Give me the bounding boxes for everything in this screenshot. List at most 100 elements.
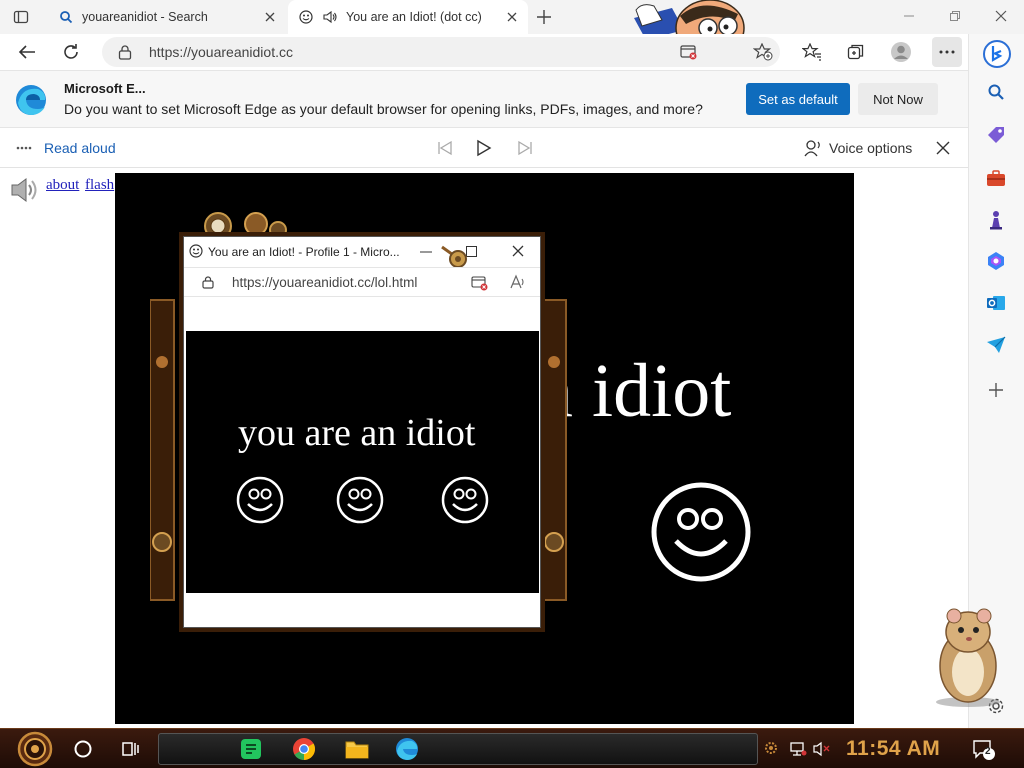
address-bar[interactable]: https://youareanidiot.cc: [102, 37, 780, 67]
smiley-icon: [298, 9, 314, 25]
tab-strip: youareanidiot - Search You are an Idiot!…: [0, 0, 1024, 57]
new-tab-button[interactable]: [529, 2, 559, 32]
collections-button[interactable]: [841, 37, 871, 67]
popup-blocked-icon[interactable]: [471, 275, 489, 291]
tools-briefcase-icon[interactable]: [985, 167, 1007, 189]
notes-app-icon[interactable]: [238, 736, 264, 762]
taskbar-clock[interactable]: 11:54 AM: [846, 737, 940, 761]
close-tab-icon[interactable]: [262, 9, 278, 25]
restore-button[interactable]: [932, 0, 978, 32]
read-aloud-label: Read aloud: [44, 140, 116, 156]
notification-icon: [973, 740, 995, 760]
search-icon: [58, 9, 74, 25]
next-paragraph-button[interactable]: [517, 140, 533, 156]
favorites-icon: [802, 43, 821, 61]
gear-tray-icon[interactable]: [764, 741, 778, 755]
close-icon: [512, 245, 524, 257]
search-circle-button[interactable]: [73, 739, 93, 759]
task-view-button[interactable]: [120, 739, 140, 759]
default-browser-infobar: Microsoft E... Do you want to set Micros…: [0, 70, 968, 128]
chrome-icon[interactable]: [291, 736, 317, 762]
task-view-icon: [122, 742, 139, 756]
close-icon: [995, 10, 1007, 22]
search-circle-icon: [74, 740, 92, 758]
tab-actions-icon: [13, 10, 29, 24]
tab-idiot[interactable]: You are an Idiot! (dot cc): [288, 0, 528, 34]
infobar-message: Do you want to set Microsoft Edge as you…: [64, 101, 703, 117]
previous-paragraph-button[interactable]: [437, 140, 453, 156]
minimize-icon: [904, 15, 914, 17]
back-arrow-icon: [18, 45, 35, 59]
microsoft-365-icon[interactable]: [985, 250, 1007, 272]
edge-logo-icon: [14, 83, 48, 117]
tab-title: You are an Idiot! (dot cc): [346, 10, 482, 24]
steampunk-start-icon: [17, 731, 53, 767]
start-button[interactable]: [12, 731, 58, 767]
flash-link[interactable]: flash: [85, 177, 115, 194]
notification-center-button[interactable]: 2: [972, 739, 996, 761]
read-aloud-bar: Read aloud Voice options: [0, 128, 968, 168]
popup-title: You are an Idiot! - Profile 1 - Micro...: [208, 245, 400, 259]
games-chess-icon[interactable]: [985, 209, 1007, 231]
popup-window[interactable]: You are an Idiot! - Profile 1 - Micro...…: [183, 236, 541, 628]
edge-taskbar-icon[interactable]: [394, 736, 420, 762]
voice-options-label[interactable]: Voice options: [829, 140, 912, 156]
popup-close-button[interactable]: [512, 245, 524, 257]
lock-icon[interactable]: [118, 44, 132, 60]
popup-minimize-button[interactable]: [420, 251, 432, 253]
shopping-tag-icon[interactable]: [985, 124, 1007, 146]
minimize-button[interactable]: [886, 0, 932, 32]
close-tab-icon[interactable]: [504, 9, 520, 25]
back-button[interactable]: [12, 37, 42, 67]
tab-search[interactable]: youareanidiot - Search: [48, 0, 286, 34]
avatar-icon: [891, 42, 911, 62]
tab-title: youareanidiot - Search: [82, 10, 208, 24]
read-aloud-menu-icon[interactable]: [16, 146, 32, 150]
sound-speaker-icon[interactable]: [8, 174, 40, 206]
close-icon: [936, 141, 950, 155]
popup-video-stage: you are an idiot: [186, 331, 539, 593]
not-now-button[interactable]: Not Now: [858, 83, 938, 115]
lock-icon[interactable]: [202, 275, 214, 289]
about-link[interactable]: about: [46, 177, 79, 194]
set-as-default-button[interactable]: Set as default: [746, 83, 850, 115]
read-aloud-icon[interactable]: [509, 274, 527, 290]
url-text[interactable]: https://youareanidiot.cc: [149, 44, 293, 60]
smiley-face-icon: [236, 476, 284, 524]
search-icon[interactable]: [985, 81, 1007, 103]
volume-muted-icon[interactable]: [812, 741, 832, 757]
skip-next-icon: [518, 140, 532, 156]
file-explorer-icon[interactable]: [344, 736, 370, 762]
infobar-title: Microsoft E...: [64, 81, 146, 96]
refresh-icon: [64, 44, 78, 59]
popup-blocked-icon[interactable]: [680, 44, 698, 60]
outlook-icon[interactable]: [985, 292, 1007, 314]
smiley-icon: [189, 244, 203, 258]
profile-button[interactable]: [886, 37, 916, 67]
more-dots-icon: [939, 50, 955, 54]
popup-url-text[interactable]: https://youareanidiot.cc/lol.html: [232, 275, 417, 290]
network-icon[interactable]: [789, 741, 807, 757]
restore-icon: [950, 11, 960, 21]
speaker-tab-icon[interactable]: [322, 9, 338, 25]
taskbar: 11:54 AM 2: [0, 728, 1024, 768]
close-window-button[interactable]: [978, 0, 1024, 32]
collections-icon: [847, 44, 864, 60]
play-icon: [477, 139, 492, 157]
play-button[interactable]: [476, 139, 492, 157]
voice-options-icon[interactable]: [804, 139, 822, 157]
tab-actions-button[interactable]: [6, 2, 36, 32]
refresh-button[interactable]: [56, 37, 86, 67]
bing-chat-icon[interactable]: [983, 38, 1011, 70]
smiley-face-icon: [336, 476, 384, 524]
settings-more-button[interactable]: [932, 37, 962, 67]
add-sidebar-app-icon[interactable]: [985, 379, 1007, 401]
smiley-face-icon: [441, 476, 489, 524]
idiot-banner-text: you are an idiot: [238, 412, 476, 454]
favorites-button[interactable]: [797, 37, 827, 67]
send-drop-icon[interactable]: [985, 334, 1007, 356]
skip-previous-icon: [438, 140, 452, 156]
popup-address-bar: https://youareanidiot.cc/lol.html: [184, 267, 540, 297]
add-favorite-icon[interactable]: [753, 43, 773, 61]
close-read-aloud-button[interactable]: [936, 141, 950, 155]
